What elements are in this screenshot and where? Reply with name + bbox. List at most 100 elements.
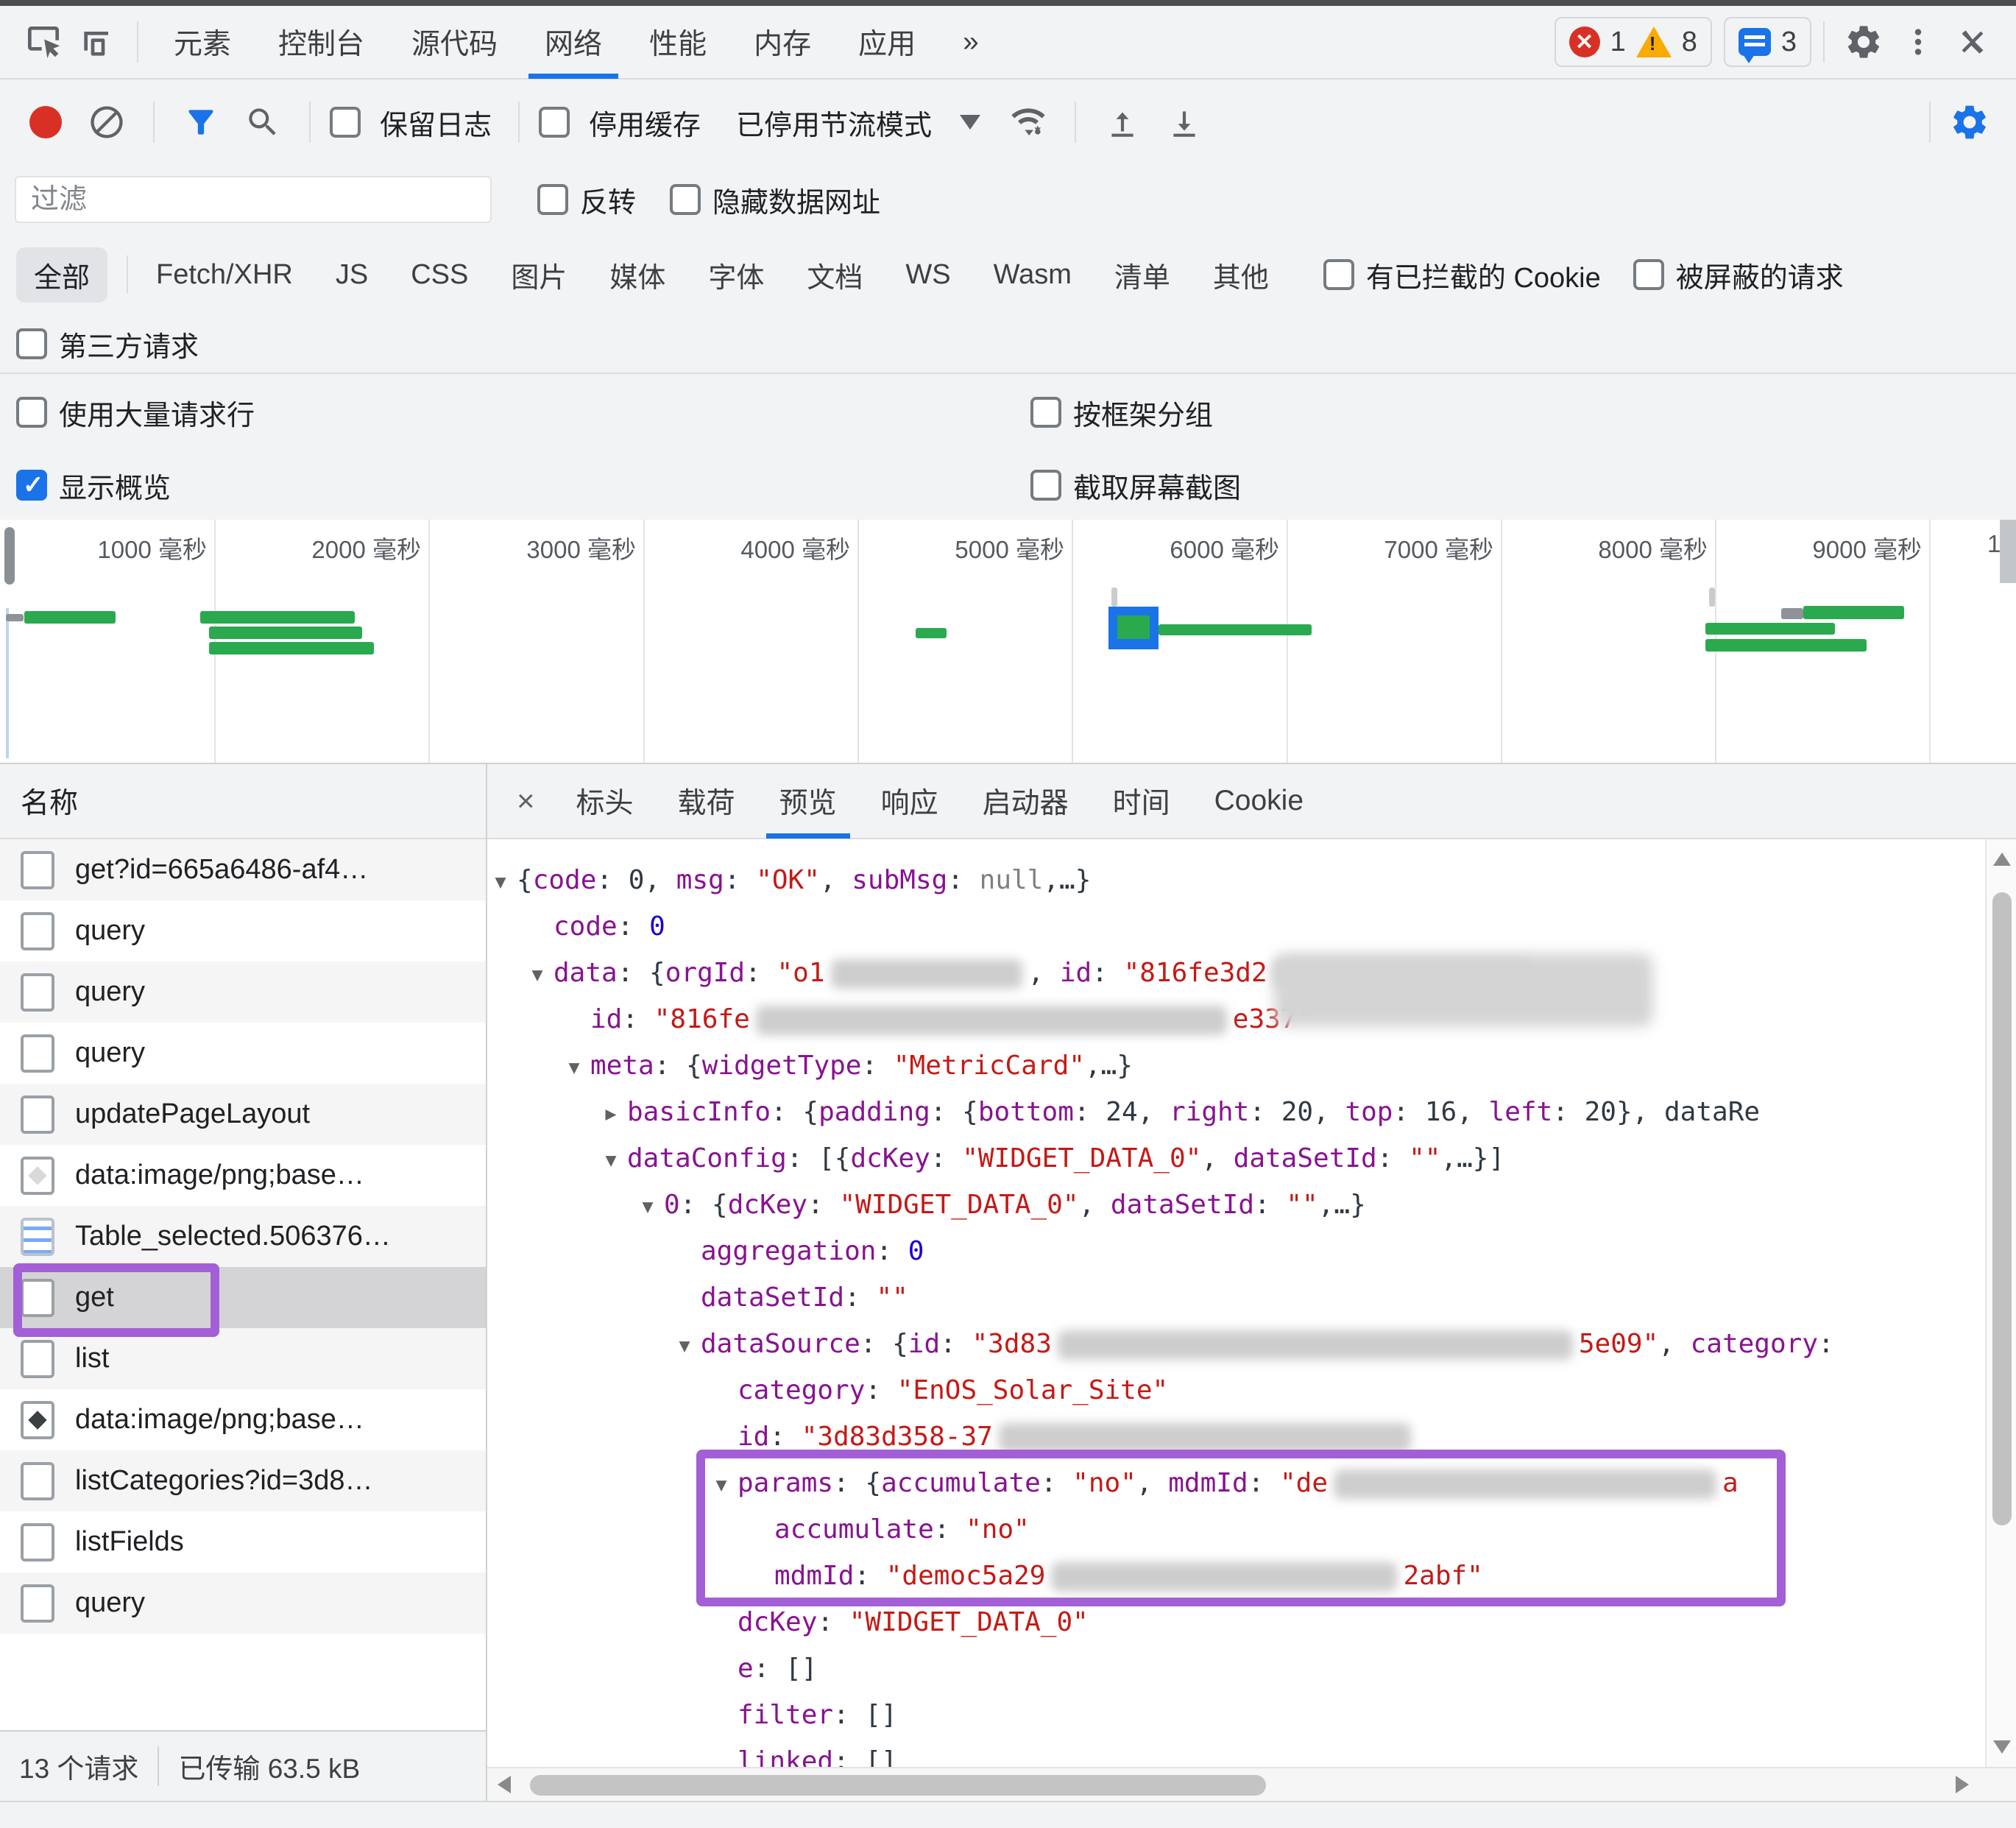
request-row-get-id-665a6486-af4-[interactable]: get?id=665a6486-af4… xyxy=(0,839,486,900)
request-row-query[interactable]: query xyxy=(0,1573,486,1634)
expanded-arrow-icon[interactable]: ▼ xyxy=(595,1137,627,1183)
hide-data-urls-checkbox[interactable] xyxy=(670,184,701,215)
third-party-label[interactable]: 第三方请求 xyxy=(59,324,199,364)
filter-chip-字体[interactable]: 字体 xyxy=(695,247,777,303)
horizontal-scroll-thumb[interactable] xyxy=(530,1775,1266,1796)
filter-chip-文档[interactable]: 文档 xyxy=(793,247,876,303)
collapsed-arrow-icon[interactable]: ▶ xyxy=(595,1090,627,1137)
tab-元素[interactable]: 元素 xyxy=(150,5,255,79)
filter-input[interactable] xyxy=(15,176,492,223)
preview-json-tree[interactable]: ▼ {code: 0, msg: "OK", subMsg: null,…} cod… xyxy=(487,839,2016,1767)
device-toolbar-icon[interactable] xyxy=(71,11,125,73)
preserve-log-checkbox[interactable] xyxy=(330,107,361,138)
blocked-requests-label[interactable]: 被屏蔽的请求 xyxy=(1676,255,1844,295)
tab-网络[interactable]: 网络 xyxy=(521,5,626,79)
kebab-menu-icon[interactable] xyxy=(1891,11,1945,73)
filter-chip-Wasm[interactable]: Wasm xyxy=(980,252,1085,298)
scroll-up-icon[interactable] xyxy=(1993,853,2011,866)
request-row-get[interactable]: get xyxy=(0,1267,486,1328)
request-row-query[interactable]: query xyxy=(0,900,486,961)
invert-checkbox[interactable] xyxy=(537,184,568,215)
tab-内存[interactable]: 内存 xyxy=(730,5,835,79)
name-column-header[interactable]: 名称 xyxy=(21,780,78,822)
hide-data-urls-label[interactable]: 隐藏数据网址 xyxy=(712,180,880,220)
tab-应用[interactable]: 应用 xyxy=(835,5,939,79)
disable-cache-label[interactable]: 停用缓存 xyxy=(589,102,701,143)
close-icon[interactable] xyxy=(1945,11,2000,73)
tab-»[interactable]: » xyxy=(939,5,1002,79)
filter-chip-清单[interactable]: 清单 xyxy=(1101,247,1184,303)
scroll-down-icon[interactable] xyxy=(1993,1740,2011,1754)
expanded-arrow-icon[interactable]: ▼ xyxy=(487,858,517,905)
tab-源代码[interactable]: 源代码 xyxy=(388,5,521,79)
network-conditions-icon[interactable] xyxy=(1001,91,1055,153)
export-har-icon[interactable] xyxy=(1157,91,1212,153)
filter-chip-JS[interactable]: JS xyxy=(322,252,381,298)
vertical-scrollbar[interactable] xyxy=(1985,839,2016,1767)
detail-tab-预览[interactable]: 预览 xyxy=(757,764,859,839)
big-request-rows-label[interactable]: 使用大量请求行 xyxy=(59,392,255,433)
network-overview-timeline[interactable]: 1000 毫秒 2000 毫秒 3000 毫秒 4000 毫秒 5000 毫秒 6000 … xyxy=(0,520,2016,764)
third-party-checkbox[interactable] xyxy=(16,328,47,359)
expanded-arrow-icon[interactable]: ▼ xyxy=(668,1322,701,1369)
filter-chip-媒体[interactable]: 媒体 xyxy=(596,247,679,303)
messages-badge[interactable]: 3 xyxy=(1723,17,1811,67)
detail-tab-Cookie[interactable]: Cookie xyxy=(1192,764,1326,839)
capture-screenshots-label[interactable]: 截取屏幕截图 xyxy=(1073,465,1241,506)
filter-icon[interactable] xyxy=(174,91,228,153)
filter-chip-WS[interactable]: WS xyxy=(892,252,963,298)
expanded-arrow-icon[interactable]: ▼ xyxy=(558,1044,590,1090)
inspect-element-icon[interactable] xyxy=(16,11,71,73)
tab-性能[interactable]: 性能 xyxy=(626,5,730,79)
request-row-listCategories-id-3d8-[interactable]: listCategories?id=3d8… xyxy=(0,1450,486,1511)
detail-tab-启动器[interactable]: 启动器 xyxy=(961,764,1091,839)
request-row-listFields[interactable]: listFields xyxy=(0,1511,486,1573)
capture-screenshots-checkbox[interactable] xyxy=(1030,470,1061,501)
request-row-Table-selected-506376-[interactable]: Table_selected.506376… xyxy=(0,1206,486,1267)
blocked-requests-checkbox[interactable] xyxy=(1633,259,1664,290)
group-by-frame-label[interactable]: 按框架分组 xyxy=(1073,392,1213,433)
big-request-rows-checkbox[interactable] xyxy=(16,397,47,428)
detail-tab-时间[interactable]: 时间 xyxy=(1091,764,1192,839)
request-row-data-image-png-base-[interactable]: data:image/png;base… xyxy=(0,1145,486,1206)
group-by-frame-checkbox[interactable] xyxy=(1030,397,1061,428)
expanded-arrow-icon[interactable]: ▼ xyxy=(632,1183,664,1229)
filter-chip-CSS[interactable]: CSS xyxy=(397,252,481,298)
detail-tab-标头[interactable]: 标头 xyxy=(554,764,656,839)
scroll-left-icon[interactable] xyxy=(498,1776,511,1793)
disable-cache-checkbox[interactable] xyxy=(539,107,570,138)
clear-icon[interactable] xyxy=(79,91,134,153)
detail-tab-载荷[interactable]: 载荷 xyxy=(656,764,757,839)
expanded-arrow-icon[interactable]: ▼ xyxy=(521,951,553,998)
detail-tab-响应[interactable]: 响应 xyxy=(859,764,961,839)
throttling-select[interactable]: 已停用节流模式 xyxy=(736,102,932,143)
request-row-data-image-png-base-[interactable]: data:image/png;base… xyxy=(0,1389,486,1450)
chevron-down-icon[interactable] xyxy=(960,115,981,130)
record-icon[interactable] xyxy=(29,106,62,138)
show-overview-checkbox[interactable] xyxy=(16,470,47,501)
filter-chip-Fetch/XHR[interactable]: Fetch/XHR xyxy=(143,252,306,298)
request-row-updatePageLayout[interactable]: updatePageLayout xyxy=(0,1084,486,1145)
preserve-log-label[interactable]: 保留日志 xyxy=(380,102,492,143)
request-list-header[interactable]: 名称 xyxy=(0,764,486,839)
gear-icon[interactable] xyxy=(1836,11,1891,73)
blocked-cookies-label[interactable]: 有已拦截的 Cookie xyxy=(1366,255,1601,295)
filter-chip-图片[interactable]: 图片 xyxy=(498,247,580,303)
request-row-query[interactable]: query xyxy=(0,1023,486,1084)
search-icon[interactable] xyxy=(236,91,290,153)
vertical-scroll-thumb[interactable] xyxy=(1992,892,2012,1525)
import-har-icon[interactable] xyxy=(1095,91,1150,153)
horizontal-scrollbar[interactable] xyxy=(487,1767,2016,1801)
blocked-cookies-checkbox[interactable] xyxy=(1323,259,1354,290)
filter-chip-其他[interactable]: 其他 xyxy=(1200,247,1282,303)
expanded-arrow-icon[interactable]: ▼ xyxy=(705,1461,738,1508)
request-row-query[interactable]: query xyxy=(0,961,486,1023)
request-row-list[interactable]: list xyxy=(0,1328,486,1389)
settings-icon[interactable] xyxy=(1942,91,1997,153)
close-detail-icon[interactable]: × xyxy=(498,783,554,819)
show-overview-label[interactable]: 显示概览 xyxy=(59,465,171,506)
issues-badge[interactable]: ✕ 1 8 xyxy=(1554,17,1712,67)
scroll-right-icon[interactable] xyxy=(1956,1776,1969,1793)
invert-label[interactable]: 反转 xyxy=(580,180,636,220)
tab-控制台[interactable]: 控制台 xyxy=(255,5,388,79)
